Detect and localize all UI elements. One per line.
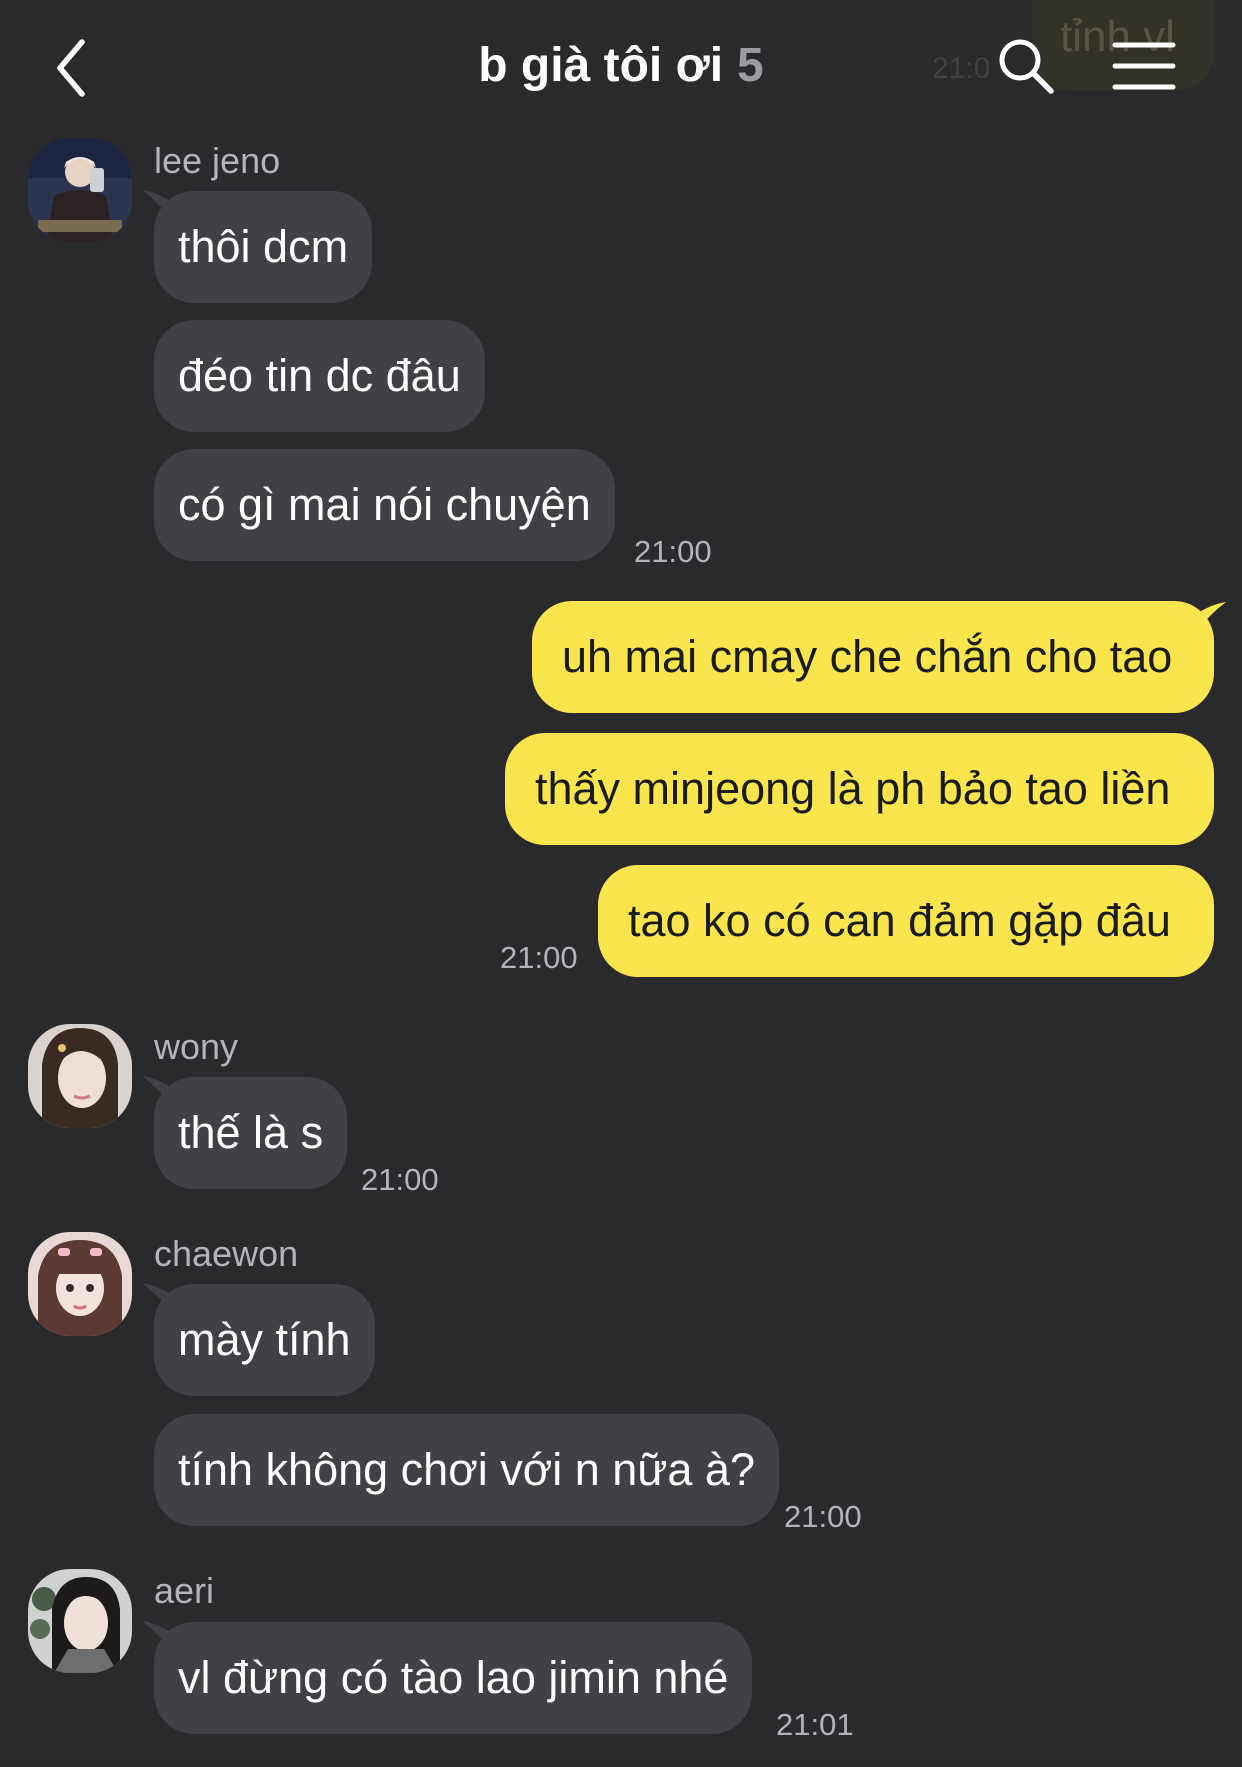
chat-header: tỉnh vl 21:0 b già tôi ơi 5 xyxy=(0,0,1242,130)
avatar-lee-jeno[interactable] xyxy=(28,138,132,242)
message-bubble[interactable]: tính không chơi với n nữa à? xyxy=(154,1414,779,1526)
message-timestamp: 21:00 xyxy=(634,534,712,569)
member-count: 5 xyxy=(737,39,764,92)
message-bubble[interactable]: mày tính xyxy=(154,1284,375,1396)
message-timestamp: 21:00 xyxy=(784,1499,862,1534)
message-bubble[interactable]: tao ko có can đảm gặp đâu xyxy=(598,865,1214,977)
sender-name: chaewon xyxy=(154,1233,299,1274)
message-bubble[interactable]: uh mai cmay che chắn cho tao xyxy=(532,601,1214,713)
avatar-aeri[interactable] xyxy=(28,1569,132,1673)
message-bubble[interactable]: thế là s xyxy=(154,1077,348,1189)
hamburger-menu-icon xyxy=(1112,42,1176,90)
avatar-wony[interactable] xyxy=(28,1024,132,1128)
message-bubble[interactable]: thấy minjeong là ph bảo tao liền xyxy=(505,733,1214,845)
message-bubble[interactable]: có gì mai nói chuyện xyxy=(154,449,615,561)
sender-name: lee jeno xyxy=(154,140,281,181)
chat-name: b già tôi ơi xyxy=(478,39,724,92)
avatar-chaewon[interactable] xyxy=(28,1232,132,1336)
message-bubble[interactable]: đéo tin dc đâu xyxy=(154,320,485,432)
message-timestamp: 21:00 xyxy=(361,1162,439,1197)
search-button[interactable] xyxy=(996,36,1056,96)
message-timestamp: 21:00 xyxy=(500,940,578,975)
sender-name: wony xyxy=(154,1026,239,1067)
search-icon xyxy=(999,39,1054,94)
message-bubble[interactable]: thôi dcm xyxy=(154,191,373,303)
message-bubble[interactable]: vl đừng có tào lao jimin nhé xyxy=(154,1622,753,1734)
message-timestamp: 21:01 xyxy=(776,1707,854,1742)
sender-name: aeri xyxy=(154,1570,215,1611)
menu-button[interactable] xyxy=(1112,40,1176,92)
